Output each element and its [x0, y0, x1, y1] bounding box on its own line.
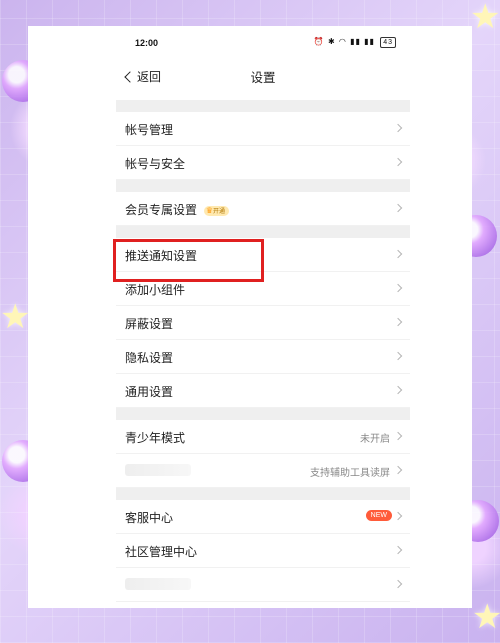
- section-divider: [116, 488, 410, 500]
- settings-item-label: 隐私设置: [125, 351, 174, 365]
- navigation-bar: 返回 设置: [116, 58, 410, 100]
- star-decoration: ★: [470, 0, 500, 37]
- settings-item-youth-mode[interactable]: 青少年模式 未开启: [116, 420, 410, 454]
- chevron-right-icon: [393, 465, 403, 475]
- chevron-right-icon: [393, 545, 403, 555]
- status-indicators-icon: ⏰ ✱ ◠ ▮▮ ▮▮: [313, 37, 375, 46]
- star-decoration: ★: [0, 297, 31, 337]
- chevron-right-icon: [393, 283, 403, 293]
- settings-item-label: 社区管理中心: [125, 545, 198, 559]
- chevron-right-icon: [393, 157, 403, 167]
- settings-item-add-widget[interactable]: 添加小组件: [116, 272, 410, 306]
- chevron-right-icon: [393, 579, 403, 589]
- chevron-right-icon: [393, 203, 403, 213]
- chevron-right-icon: [393, 317, 403, 327]
- settings-item-vip[interactable]: 会员专属设置 ♛开通: [116, 192, 410, 226]
- section-divider: [116, 408, 410, 420]
- chevron-right-icon: [393, 123, 403, 133]
- page-title: 设置: [250, 70, 276, 85]
- vip-badge-text: 开通: [213, 207, 226, 215]
- settings-item-label: 通用设置: [125, 385, 174, 399]
- settings-item-label: 屏蔽设置: [125, 317, 174, 331]
- settings-item-value: 支持辅助工具读屏: [310, 468, 390, 479]
- phone-screen: 12:00 ⏰ ✱ ◠ ▮▮ ▮▮ 43 返回 设置 帐号管理 帐号与安全 会员…: [28, 26, 472, 608]
- blurred-label: [125, 578, 191, 590]
- chevron-right-icon: [393, 351, 403, 361]
- settings-item-label: 客服中心: [125, 511, 174, 525]
- chevron-right-icon: [393, 249, 403, 259]
- status-time: 12:00: [135, 38, 159, 48]
- settings-item-label: 推送通知设置: [125, 249, 198, 263]
- settings-item-general[interactable]: 通用设置: [116, 374, 410, 408]
- status-bar: 12:00 ⏰ ✱ ◠ ▮▮ ▮▮ 43: [116, 26, 410, 58]
- settings-item-label: 帐号管理: [125, 123, 174, 137]
- settings-item-customer-service[interactable]: 客服中心 NEW: [116, 500, 410, 534]
- settings-item-account-security[interactable]: 帐号与安全: [116, 146, 410, 180]
- settings-item-hidden[interactable]: [116, 602, 410, 608]
- settings-item-block[interactable]: 屏蔽设置: [116, 306, 410, 340]
- settings-item-label: 青少年模式: [125, 431, 186, 445]
- section-divider: [116, 226, 410, 238]
- settings-item-accessibility[interactable]: 支持辅助工具读屏: [116, 454, 410, 488]
- status-icons: ⏰ ✱ ◠ ▮▮ ▮▮ 43: [314, 37, 396, 48]
- settings-item-hidden[interactable]: [116, 568, 410, 602]
- section-divider: [116, 180, 410, 192]
- blurred-label: [125, 464, 191, 476]
- settings-item-text: 会员专属设置: [125, 203, 198, 217]
- settings-item-privacy[interactable]: 隐私设置: [116, 340, 410, 374]
- chevron-right-icon: [393, 431, 403, 441]
- new-badge: NEW: [365, 510, 392, 521]
- vip-badge: ♛开通: [203, 205, 230, 216]
- settings-item-label: 帐号与安全: [125, 157, 186, 171]
- chevron-right-icon: [393, 511, 403, 521]
- settings-item-push-notifications[interactable]: 推送通知设置: [116, 238, 410, 272]
- settings-item-community-management[interactable]: 社区管理中心: [116, 534, 410, 568]
- chevron-right-icon: [393, 385, 403, 395]
- settings-item-account-management[interactable]: 帐号管理: [116, 112, 410, 146]
- settings-item-label: 会员专属设置 ♛开通: [125, 201, 230, 218]
- section-divider: [116, 100, 410, 112]
- settings-page: 12:00 ⏰ ✱ ◠ ▮▮ ▮▮ 43 返回 设置 帐号管理 帐号与安全 会员…: [116, 26, 410, 608]
- settings-item-label: 添加小组件: [125, 283, 186, 297]
- crown-icon: ♛: [205, 205, 214, 215]
- star-decoration: ★: [472, 597, 500, 637]
- battery-icon: 43: [380, 37, 396, 48]
- settings-item-value: 未开启: [360, 434, 390, 445]
